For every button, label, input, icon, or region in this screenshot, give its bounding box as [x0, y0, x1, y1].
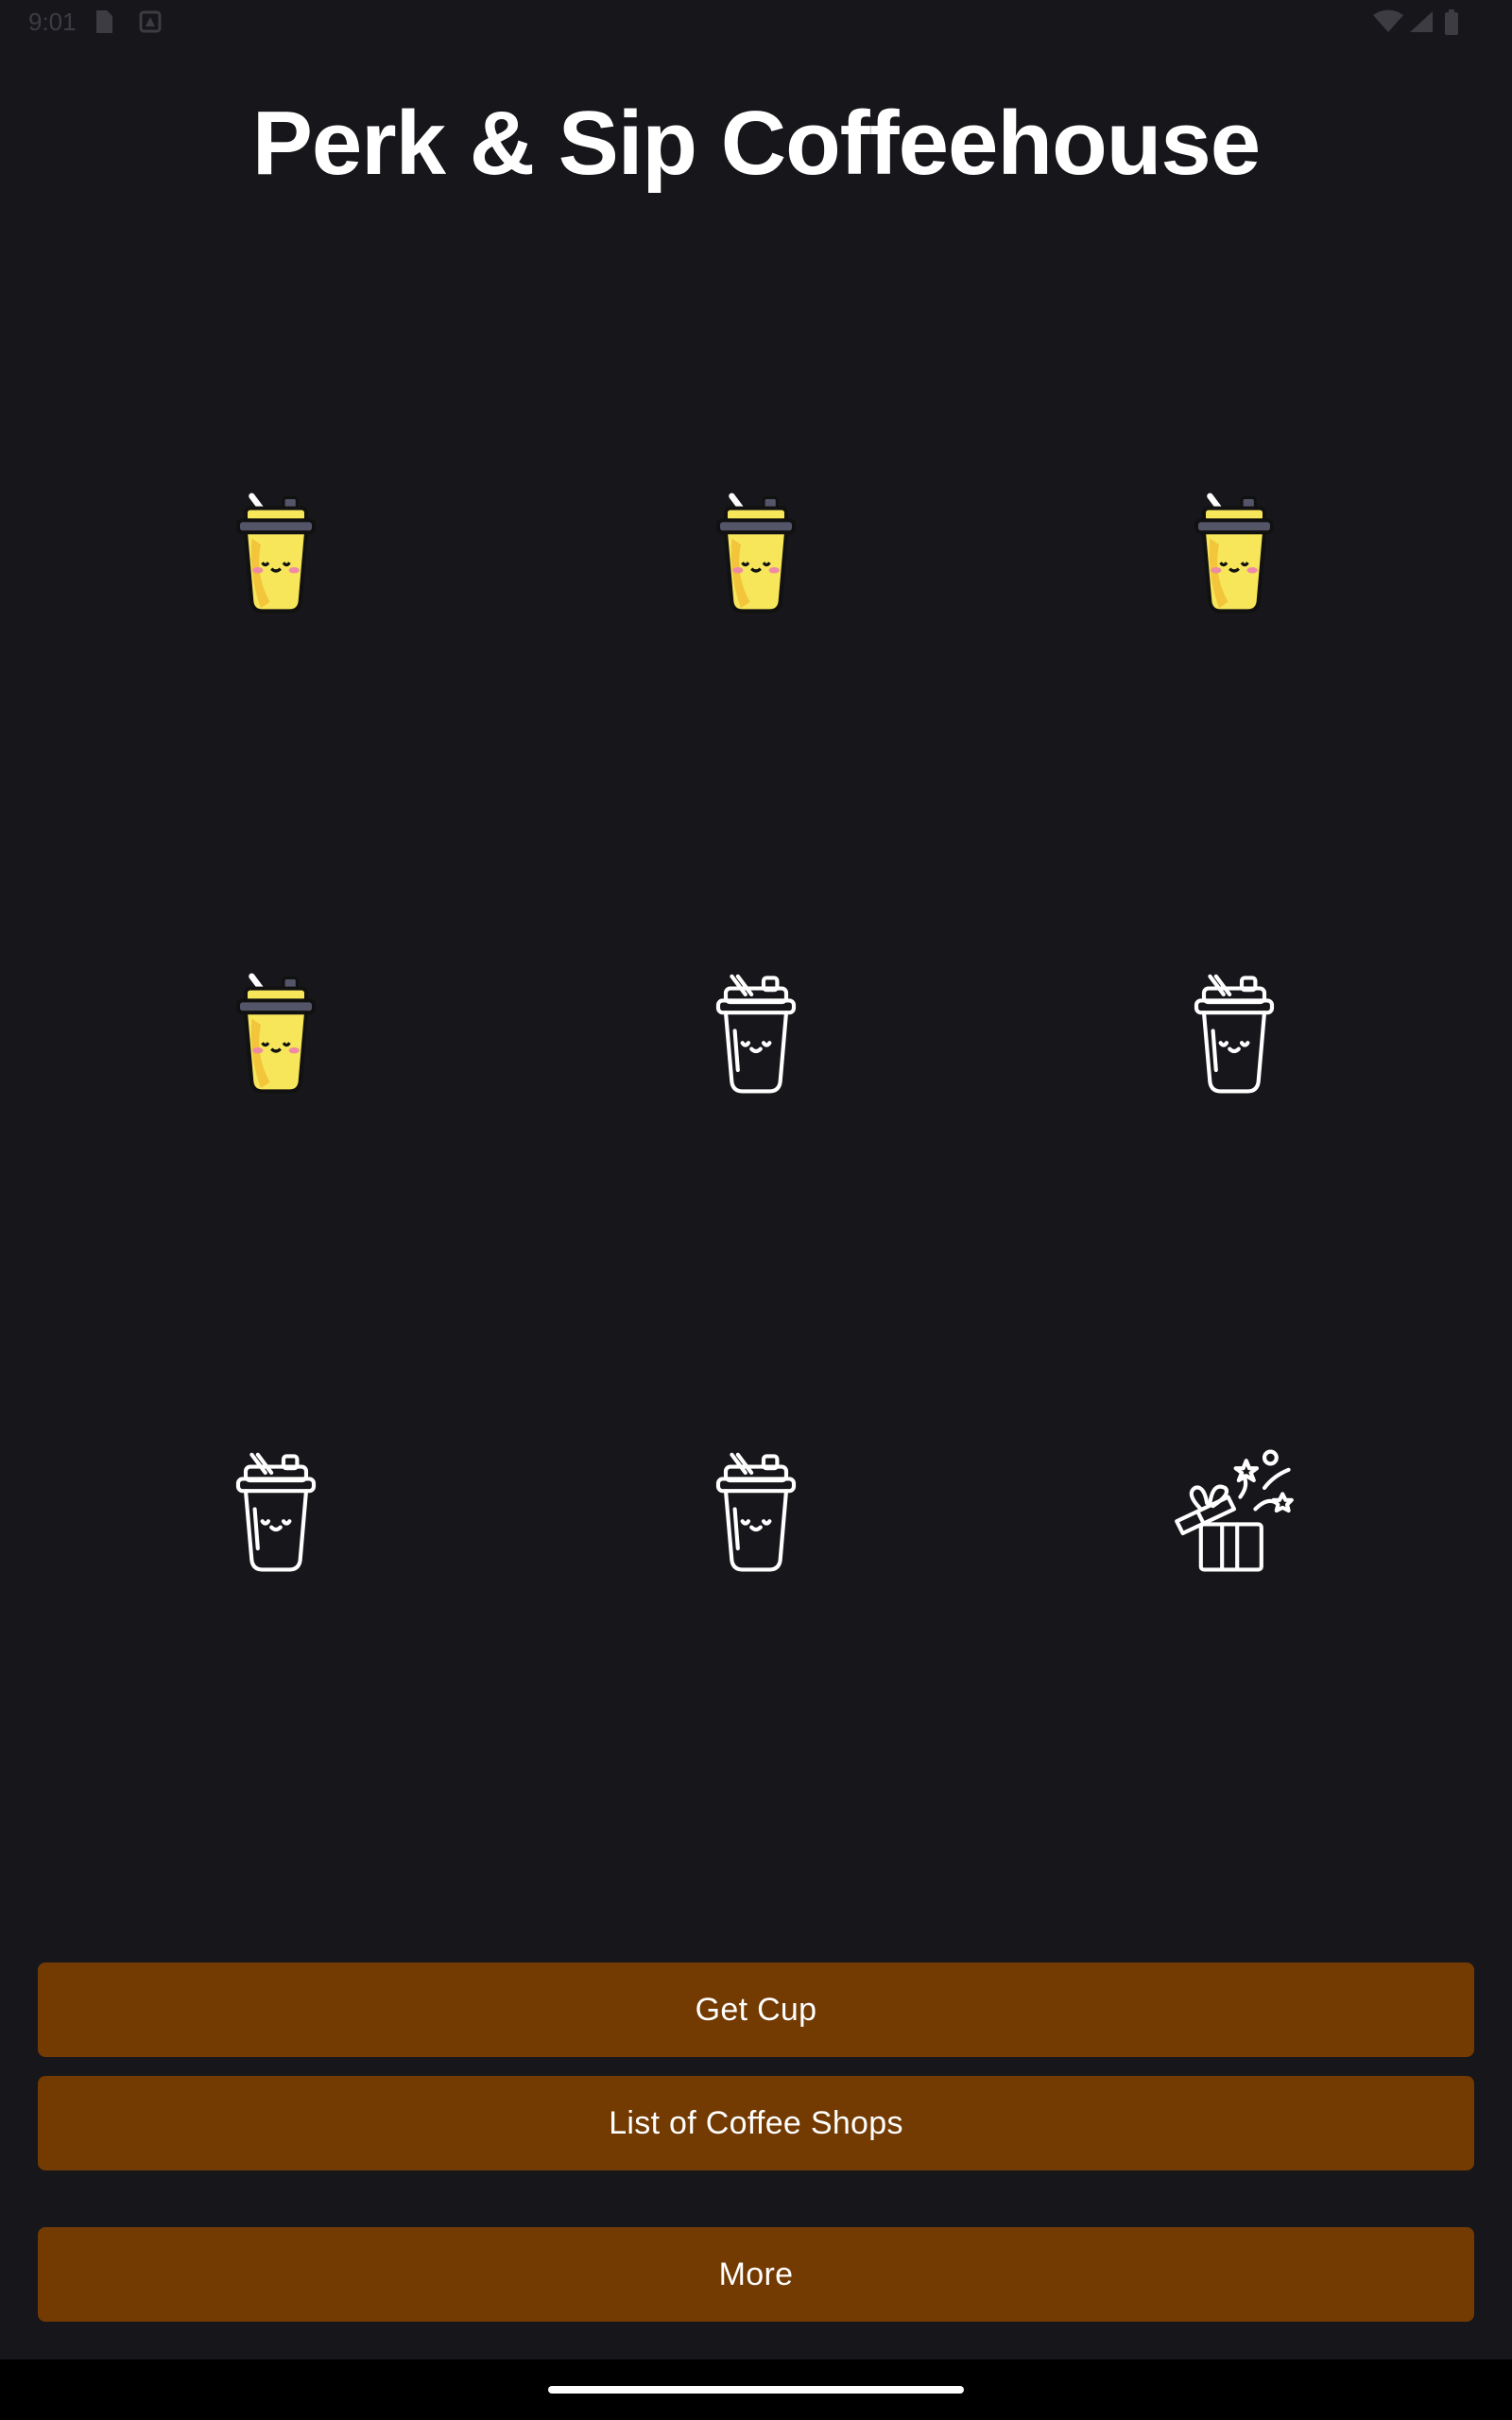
cup-outline-icon [715, 1452, 797, 1572]
cup-filled-icon [236, 973, 316, 1094]
cup-filled-icon [236, 493, 316, 614]
navigation-bar [0, 2360, 1512, 2420]
home-gesture-handle[interactable] [548, 2386, 964, 2394]
stamp-cell-5[interactable] [680, 964, 832, 1115]
cup-filled-icon [1194, 493, 1274, 614]
stamp-cell-3[interactable] [1159, 484, 1310, 635]
reward-cell[interactable] [1159, 1443, 1310, 1594]
cup-outline-icon [235, 1452, 317, 1572]
cup-outline-icon [715, 974, 797, 1094]
stamp-cell-6[interactable] [1159, 964, 1310, 1115]
stamp-cell-8[interactable] [680, 1443, 832, 1594]
cup-filled-icon [716, 493, 796, 614]
stamp-cell-2[interactable] [680, 484, 832, 635]
more-button[interactable]: More [38, 2227, 1474, 2322]
cup-outline-icon [1194, 974, 1275, 1094]
get-cup-button[interactable]: Get Cup [38, 1962, 1474, 2057]
stamp-cell-7[interactable] [200, 1443, 352, 1594]
stamp-cell-1[interactable] [200, 484, 352, 635]
stamp-cell-4[interactable] [200, 964, 352, 1115]
stamp-card-grid [0, 0, 1512, 2420]
coffee-shops-button[interactable]: List of Coffee Shops [38, 2076, 1474, 2170]
gift-icon [1175, 1449, 1294, 1572]
